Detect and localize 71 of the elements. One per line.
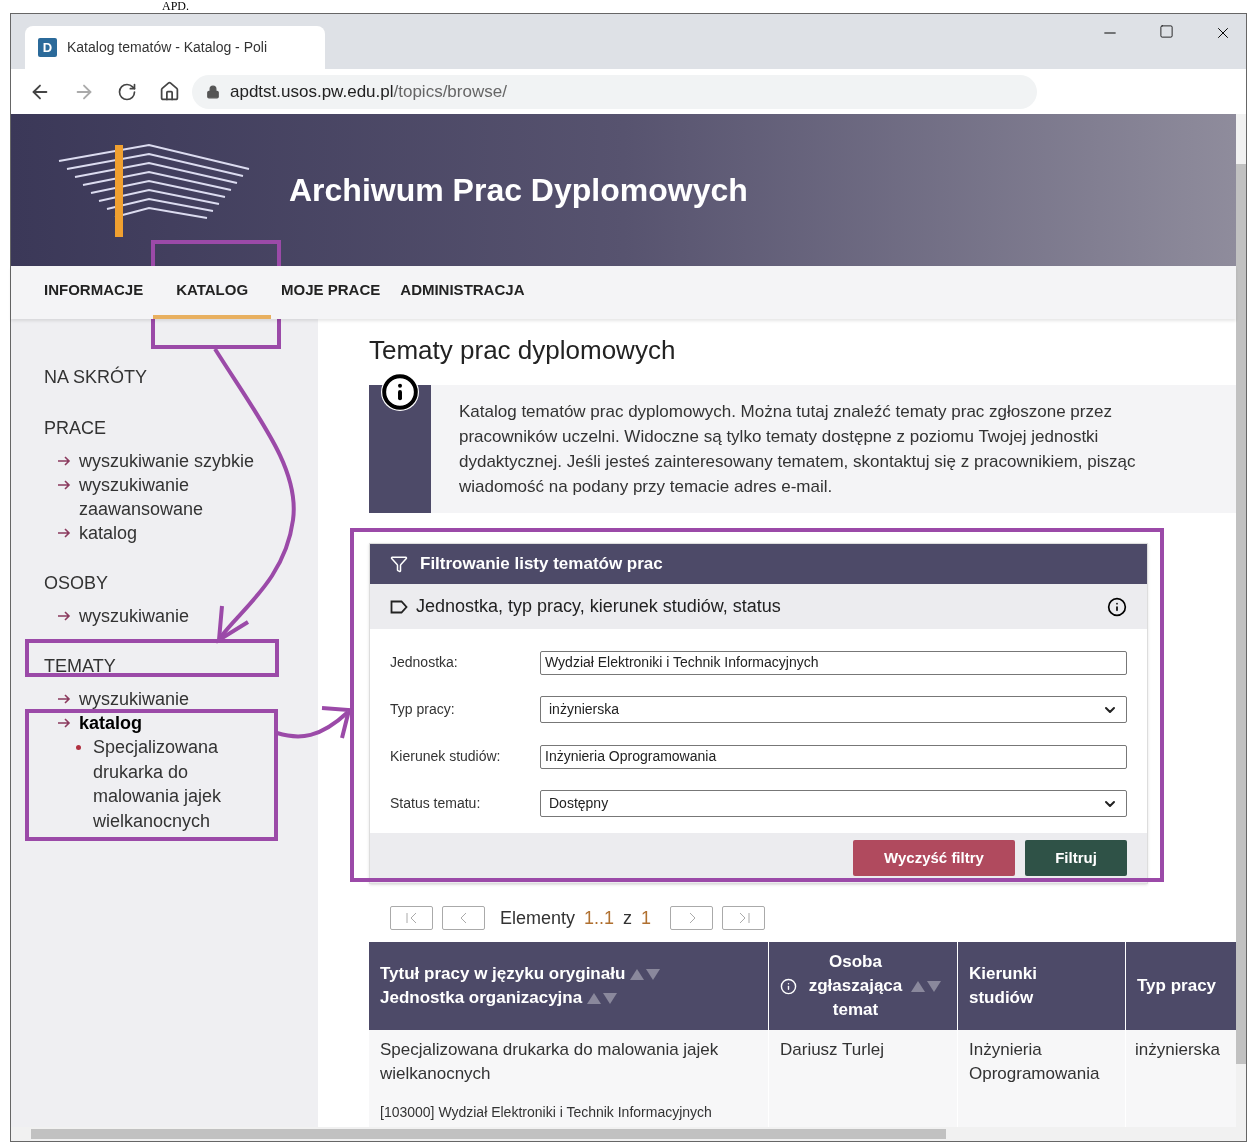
- sort-icon[interactable]: [909, 979, 942, 993]
- panel-title: Filtrowanie listy tematów prac: [420, 553, 663, 576]
- nav-tab[interactable]: MOJE PRACE: [271, 266, 391, 319]
- sidebar-link[interactable]: katalog: [79, 521, 269, 545]
- clear-button[interactable]: Wyczyść filtry: [853, 840, 1015, 876]
- table-cell-text: Dariusz Turlej: [780, 1039, 885, 1061]
- favicon: D: [38, 38, 57, 57]
- home-icon[interactable]: [159, 81, 180, 102]
- field-label: Kierunek studiów:: [390, 747, 502, 766]
- sidebar-heading: PRACE: [44, 417, 106, 440]
- sort-icon[interactable]: [586, 991, 619, 1005]
- arrow-icon: [57, 717, 71, 729]
- nav-tab[interactable]: ADMINISTRACJA: [390, 266, 535, 319]
- url-text: apdtst.usos.pw.edu.pl/topics/browse/: [230, 80, 507, 103]
- prev-page-button[interactable]: [442, 906, 485, 930]
- sidebar-link[interactable]: katalog: [79, 711, 269, 735]
- pager-of: z: [623, 906, 633, 930]
- field-label: Typ pracy:: [390, 700, 456, 719]
- nav-tab[interactable]: INFORMACJE: [34, 266, 154, 319]
- sidebar-heading: OSOBY: [44, 572, 109, 595]
- submit-button[interactable]: Filtruj: [1025, 840, 1127, 876]
- field-label: Jednostka:: [390, 653, 459, 672]
- address-bar[interactable]: apdtst.usos.pw.edu.pl/topics/browse/: [192, 74, 1037, 109]
- next-page-button[interactable]: [670, 906, 714, 930]
- pager-range: 1..1: [584, 906, 615, 930]
- text-field[interactable]: Wydział Elektroniki i Technik Informacyjnych: [540, 650, 1127, 675]
- maximize-icon[interactable]: [1159, 24, 1174, 39]
- caption-text: APD.: [162, 0, 189, 12]
- lock-icon: [206, 84, 220, 99]
- column-title: Tytuł pracy w języku oryginału: [380, 963, 626, 985]
- sidebar-link[interactable]: wyszukiwanie: [79, 604, 269, 628]
- reload-icon[interactable]: [117, 81, 137, 102]
- select-field[interactable]: Dostępny: [540, 790, 1127, 817]
- arrow-icon: [57, 693, 71, 705]
- arrow-icon: [57, 479, 71, 491]
- site-title: Archiwum Prac Dyplomowych: [289, 171, 748, 210]
- text-field[interactable]: Inżynieria Oprogramowania: [540, 744, 1127, 769]
- tag-icon: [390, 599, 408, 614]
- page-title: Tematy prac dyplomowych: [369, 334, 677, 367]
- sidebar-heading: TEMATY: [44, 655, 116, 678]
- section-title: Jednostka, typ pracy, kierunek studiów, status: [416, 595, 782, 618]
- column-title: Osoba zgłaszająca temat: [807, 951, 904, 1021]
- info-icon: [381, 373, 419, 411]
- tab-title: Katalog tematów - Katalog - Poli: [67, 38, 267, 57]
- arrow-icon: [57, 610, 71, 622]
- table-cell-text: [103000] Wydział Elektroniki i Technik Informacyjnych: [380, 1103, 713, 1122]
- browser-tab[interactable]: D Katalog tematów - Katalog - Poli: [25, 26, 325, 69]
- column-title: Jednostka organizacyjna: [380, 987, 583, 1009]
- column-title: Typ pracy: [1137, 975, 1217, 997]
- pager-total: 1: [641, 906, 652, 930]
- arrow-icon: [57, 527, 71, 539]
- table-cell-text: Specjalizowana drukarka do malowania jajek wielkanocnych: [380, 1039, 720, 1085]
- filter-icon: [390, 555, 408, 573]
- sidebar-link[interactable]: wyszukiwanie: [79, 687, 269, 711]
- sidebar-link[interactable]: Specjalizowana drukarka do malowania jajek wielkanocnych: [93, 735, 253, 833]
- table-cell-text: Inżynieria Oprogramowania: [969, 1039, 1101, 1085]
- first-icon: [404, 911, 419, 925]
- first-page-button[interactable]: [390, 906, 433, 930]
- sidebar-link[interactable]: wyszukiwanie szybkie: [79, 449, 269, 473]
- select-field[interactable]: inżynierska: [540, 696, 1127, 723]
- field-label: Status tematu:: [390, 794, 482, 813]
- sort-icon[interactable]: [629, 967, 662, 981]
- pager-label: Elementy: [500, 906, 576, 930]
- arrow-icon: [57, 455, 71, 467]
- info-icon[interactable]: [1107, 596, 1127, 617]
- last-page-button[interactable]: [722, 906, 766, 930]
- info-text: Katalog tematów prac dyplomowych. Można tutaj znaleźć tematy prac zgłoszone przez pracowników uczelni. Widoczne są tylko tematy dostępne z poziomu Twojej jednostki dydaktycznej. Jeśli jesteś zainteresowany tematem, skontaktuj się z pracownikiem, pisząc wiadomość na podany przy temacie adres e-mail.: [459, 401, 1137, 498]
- table-cell-text: inżynierska: [1135, 1039, 1222, 1061]
- column-title: Kierunki studiów: [969, 963, 1039, 1009]
- sidebar-heading: NA SKRÓTY: [44, 365, 148, 389]
- bullet-icon: [76, 745, 81, 750]
